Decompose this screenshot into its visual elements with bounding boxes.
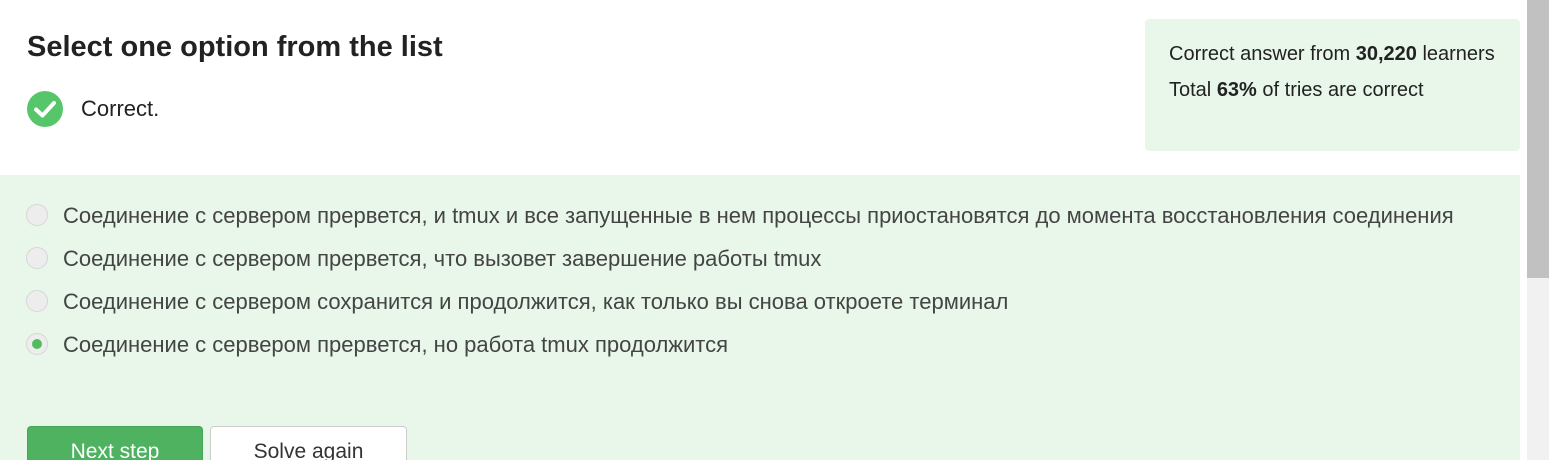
stats-panel: Correct answer from 30,220 learners Tota… xyxy=(1145,19,1520,151)
option-label: Соединение с сервером прервется, и tmux … xyxy=(63,203,1454,228)
next-step-button[interactable]: Next step xyxy=(27,426,203,460)
answer-area: Соединение с сервером прервется, и tmux … xyxy=(0,175,1520,460)
option-label: Соединение с сервером прервется, но рабо… xyxy=(63,332,729,357)
options-list: Соединение с сервером прервется, и tmux … xyxy=(26,197,1496,369)
option-item[interactable]: Соединение с сервером прервется, и tmux … xyxy=(26,197,1496,235)
scrollbar-thumb[interactable] xyxy=(1527,0,1549,278)
feedback-status: Correct. xyxy=(27,91,159,127)
solve-again-button[interactable]: Solve again xyxy=(210,426,407,460)
scrollbar[interactable] xyxy=(1527,0,1549,460)
tries-suffix: of tries are correct xyxy=(1262,79,1424,101)
feedback-text: Correct. xyxy=(81,96,160,121)
page-title: Select one option from the list xyxy=(27,31,443,63)
radio-button[interactable] xyxy=(26,247,48,269)
radio-button[interactable] xyxy=(26,290,48,312)
option-label: Соединение с сервером прервется, что выз… xyxy=(63,246,822,271)
option-label: Соединение с сервером сохранится и продо… xyxy=(63,289,1009,314)
action-buttons: Next step Solve again xyxy=(27,426,407,460)
learners-prefix: Correct answer from xyxy=(1169,43,1351,65)
option-item[interactable]: Соединение с сервером прервется, что выз… xyxy=(26,240,1496,278)
radio-button[interactable] xyxy=(26,204,48,226)
option-item[interactable]: Соединение с сервером сохранится и продо… xyxy=(26,283,1496,321)
radio-button-selected[interactable] xyxy=(26,333,48,355)
learners-suffix: learners xyxy=(1422,43,1495,65)
tries-stat: Total 63% of tries are correct xyxy=(1169,75,1496,105)
option-item[interactable]: Соединение с сервером прервется, но рабо… xyxy=(26,326,1496,364)
tries-percent: 63% xyxy=(1216,79,1257,101)
learners-count: 30,220 xyxy=(1355,43,1417,65)
checkmark-icon xyxy=(27,91,63,127)
learners-stat: Correct answer from 30,220 learners xyxy=(1169,39,1496,69)
step-page: Select one option from the list Correct.… xyxy=(0,0,1527,460)
tries-prefix: Total xyxy=(1169,79,1212,101)
